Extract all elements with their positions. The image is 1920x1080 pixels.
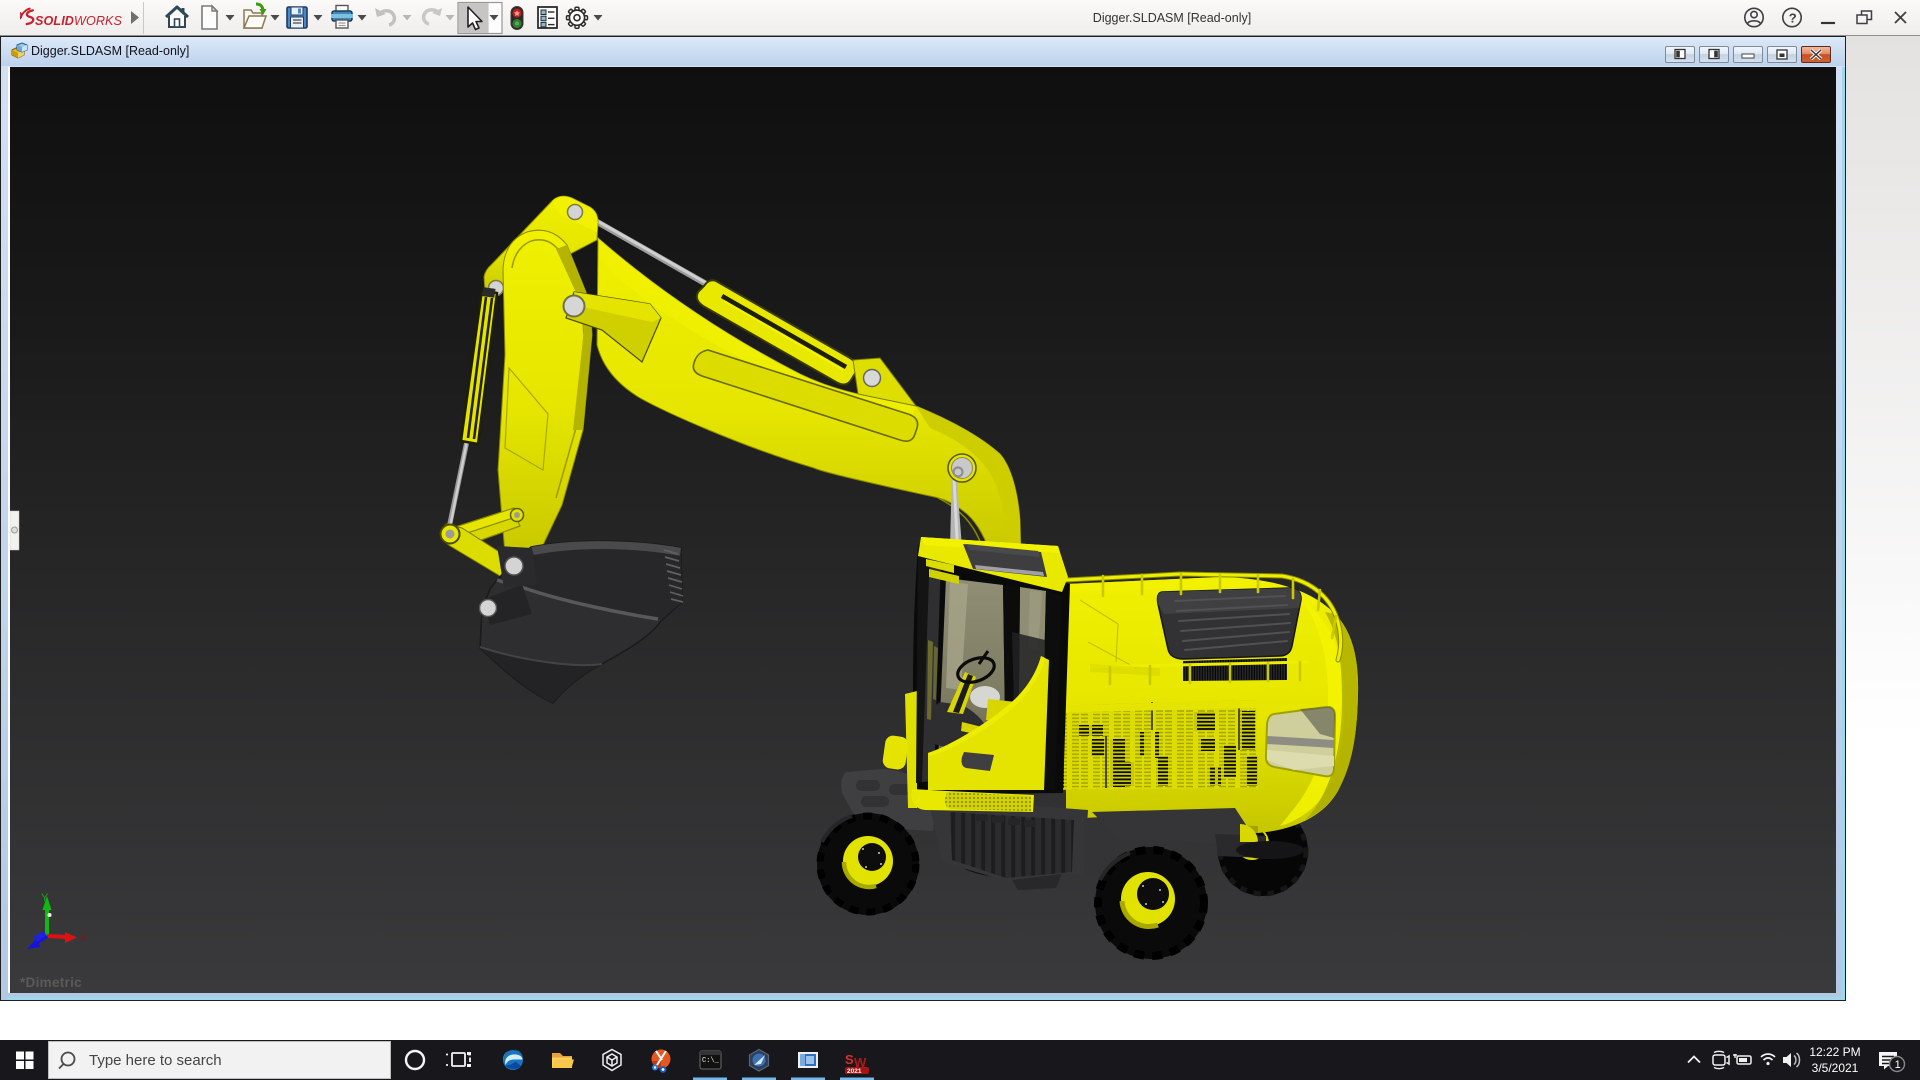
svg-text:X: X [80,933,87,944]
svg-text:SOLIDWORKS: SOLIDWORKS [35,14,123,28]
svg-text:Y: Y [41,892,49,904]
svg-text:?: ? [1789,10,1797,25]
svg-text:2021: 2021 [847,1068,862,1075]
svg-text:S: S [845,1052,854,1067]
svg-text:1: 1 [1895,1059,1901,1071]
svg-text:C:\_: C:\_ [702,1057,720,1065]
